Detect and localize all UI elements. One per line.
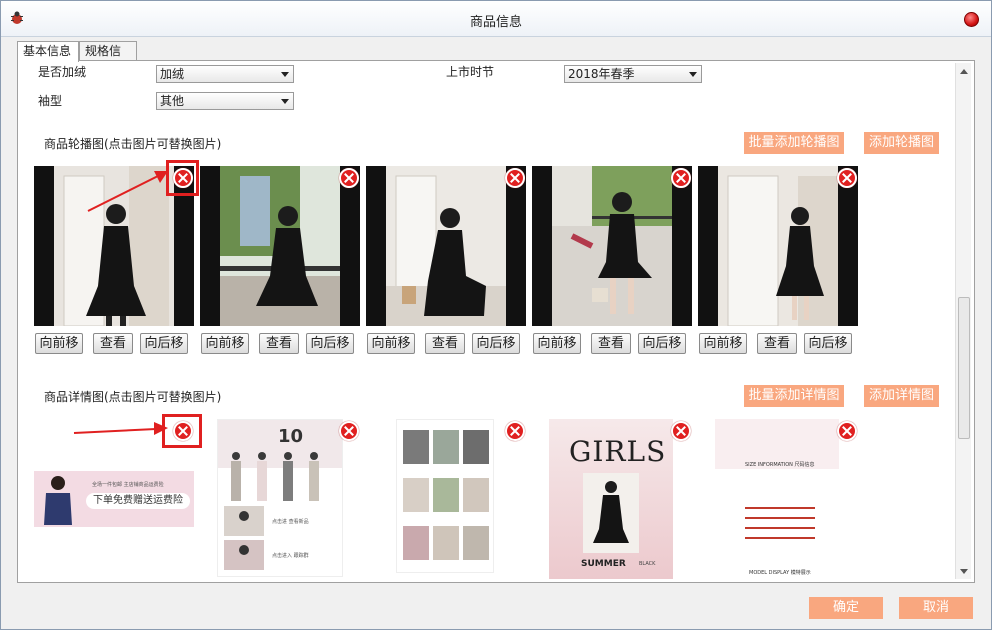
season-select[interactable]: 2018年春季 bbox=[564, 65, 702, 83]
detail-2-number: 10 bbox=[278, 426, 304, 447]
delete-detail-2-icon[interactable] bbox=[339, 421, 359, 441]
product-grid-icon bbox=[403, 430, 489, 560]
sleeve-label: 袖型 bbox=[38, 94, 63, 108]
carousel-1-move-prev-button[interactable]: 向前移 bbox=[35, 333, 83, 354]
delete-carousel-2-icon[interactable] bbox=[339, 168, 359, 188]
add-carousel-button[interactable]: 添加轮播图 bbox=[864, 132, 939, 154]
carousel-section-title: 商品轮播图(点击图片可替换图片) bbox=[44, 137, 222, 151]
scrollbar-thumb[interactable] bbox=[958, 297, 970, 439]
arrow-annotation-icon bbox=[87, 171, 168, 212]
carousel-image-2[interactable] bbox=[200, 166, 360, 326]
carousel-5-move-prev-button[interactable]: 向前移 bbox=[699, 333, 747, 354]
delete-carousel-4-icon[interactable] bbox=[671, 168, 691, 188]
scroll-down-icon[interactable] bbox=[960, 569, 968, 574]
detail-5-size-title: SIZE INFORMATION 尺码信息 bbox=[745, 462, 815, 468]
batch-add-carousel-button[interactable]: 批量添加轮播图 bbox=[744, 132, 844, 154]
detail-1-small-text: 全场一件包邮 主店铺商品运费险 bbox=[92, 482, 164, 488]
sleeve-select[interactable]: 其他 bbox=[156, 92, 294, 110]
carousel-4-move-prev-button[interactable]: 向前移 bbox=[533, 333, 581, 354]
delete-carousel-3-icon[interactable] bbox=[505, 168, 525, 188]
basic-info-panel: 是否加绒 加绒 上市时节 2018年春季 袖型 其他 商品轮播图(点击图片可替换… bbox=[17, 60, 975, 583]
model-photo-icon bbox=[583, 473, 639, 553]
tab-basic-info[interactable]: 基本信息 bbox=[17, 41, 79, 62]
models-group-icon bbox=[231, 452, 319, 501]
size-table-icon bbox=[745, 507, 815, 539]
thumbnail-icon bbox=[224, 506, 264, 536]
delete-detail-5-icon[interactable] bbox=[837, 421, 857, 441]
carousel-3-move-prev-button[interactable]: 向前移 bbox=[367, 333, 415, 354]
add-detail-button[interactable]: 添加详情图 bbox=[864, 385, 939, 407]
detail-image-2[interactable]: 10 点击进 查看新品 点击进入 跟踪群 bbox=[217, 419, 343, 577]
cancel-button[interactable]: 取消 bbox=[899, 597, 973, 619]
detail-4-summer-text: SUMMER bbox=[581, 559, 626, 569]
plush-select-value: 加绒 bbox=[160, 67, 185, 81]
delete-detail-3-icon[interactable] bbox=[505, 421, 525, 441]
carousel-2-view-button[interactable]: 查看 bbox=[259, 333, 299, 354]
detail-1-banner-text: 下单免费赠送运费险 bbox=[86, 493, 190, 509]
carousel-image-4[interactable] bbox=[532, 166, 692, 326]
detail-5-model-title: MODEL DISPLAY 模特展示 bbox=[749, 570, 811, 576]
carousel-image-5[interactable] bbox=[698, 166, 858, 326]
carousel-image-3[interactable] bbox=[366, 166, 526, 326]
product-info-window: 商品信息 基本信息 规格信息 是否加绒 加绒 上市时节 2018年春季 袖型 其… bbox=[0, 0, 992, 630]
carousel-5-view-button[interactable]: 查看 bbox=[757, 333, 797, 354]
window-title: 商品信息 bbox=[469, 15, 522, 30]
detail-image-1[interactable]: 全场一件包邮 主店铺商品运费险 下单免费赠送运费险 bbox=[34, 471, 194, 527]
chevron-down-icon bbox=[281, 72, 289, 77]
tab-spec-info[interactable]: 规格信息 bbox=[79, 41, 137, 77]
detail-image-5[interactable]: SIZE INFORMATION 尺码信息 MODEL DISPLAY 模特展示 bbox=[715, 419, 839, 579]
vertical-scrollbar[interactable] bbox=[955, 63, 971, 579]
season-label: 上市时节 bbox=[446, 65, 495, 79]
carousel-2-move-prev-button[interactable]: 向前移 bbox=[201, 333, 249, 354]
plush-select[interactable]: 加绒 bbox=[156, 65, 294, 83]
delete-detail-1-icon[interactable] bbox=[173, 421, 193, 441]
detail-image-4[interactable]: GIRLS SUMMER BLACK bbox=[549, 419, 673, 579]
season-select-value: 2018年春季 bbox=[568, 67, 635, 81]
plush-label: 是否加绒 bbox=[38, 65, 87, 79]
carousel-5-move-next-button[interactable]: 向后移 bbox=[804, 333, 852, 354]
chevron-down-icon bbox=[281, 99, 289, 104]
detail-2-text-1: 点击进 查看新品 bbox=[272, 519, 309, 525]
carousel-4-move-next-button[interactable]: 向后移 bbox=[638, 333, 686, 354]
carousel-4-view-button[interactable]: 查看 bbox=[591, 333, 631, 354]
detail-section-title: 商品详情图(点击图片可替换图片) bbox=[44, 390, 222, 404]
carousel-1-view-button[interactable]: 查看 bbox=[93, 333, 133, 354]
delete-detail-4-icon[interactable] bbox=[671, 421, 691, 441]
sleeve-select-value: 其他 bbox=[160, 94, 185, 108]
detail-4-black-text: BLACK bbox=[639, 561, 656, 567]
arrow-annotation-icon bbox=[73, 422, 168, 435]
batch-add-detail-button[interactable]: 批量添加详情图 bbox=[744, 385, 844, 407]
close-window-button[interactable] bbox=[964, 12, 979, 27]
ok-button[interactable]: 确定 bbox=[809, 597, 883, 619]
detail-4-girls-text: GIRLS bbox=[569, 435, 667, 468]
scroll-up-icon[interactable] bbox=[960, 69, 968, 74]
carousel-2-move-next-button[interactable]: 向后移 bbox=[306, 333, 354, 354]
thumbnail-icon bbox=[224, 540, 264, 570]
delete-carousel-5-icon[interactable] bbox=[837, 168, 857, 188]
title-bar: 商品信息 bbox=[1, 1, 991, 37]
carousel-3-view-button[interactable]: 查看 bbox=[425, 333, 465, 354]
carousel-1-move-next-button[interactable]: 向后移 bbox=[140, 333, 188, 354]
detail-2-text-2: 点击进入 跟踪群 bbox=[272, 553, 309, 559]
model-photo-icon bbox=[44, 476, 72, 525]
chevron-down-icon bbox=[689, 72, 697, 77]
detail-image-3[interactable] bbox=[396, 419, 494, 573]
carousel-3-move-next-button[interactable]: 向后移 bbox=[472, 333, 520, 354]
